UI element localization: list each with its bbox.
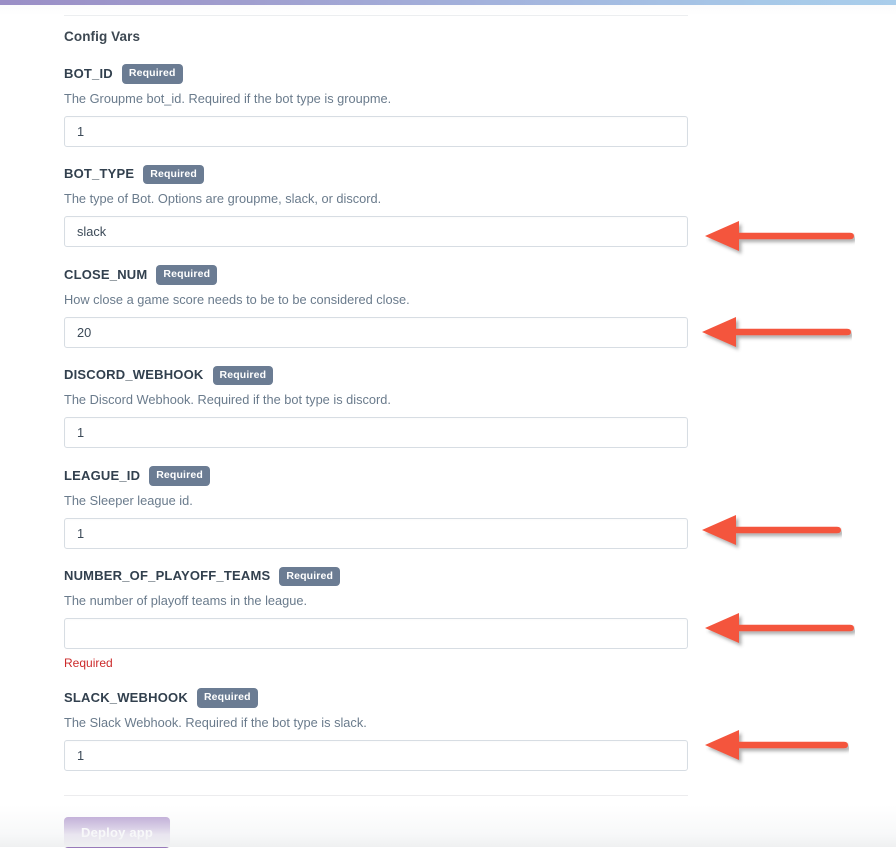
config-var-input[interactable] bbox=[64, 417, 688, 448]
page-title: Config Vars bbox=[64, 29, 141, 44]
config-var-field: CLOSE_NUM Required How close a game score … bbox=[64, 265, 688, 348]
config-var-label: LEAGUE_ID bbox=[64, 467, 141, 483]
config-var-description: The type of Bot. Options are groupme, sl… bbox=[64, 191, 382, 206]
form-divider bbox=[64, 794, 688, 796]
config-var-label: SLACK_WEBHOOK bbox=[64, 689, 188, 705]
annotation-arrow-icon bbox=[703, 723, 849, 767]
header-fade bbox=[0, 5, 896, 15]
field-error-message: Required bbox=[64, 656, 113, 670]
required-badge: Required bbox=[156, 265, 218, 285]
config-var-field: SLACK_WEBHOOK Required The Slack Webhook. … bbox=[64, 688, 688, 771]
required-badge: Required bbox=[143, 164, 204, 184]
config-var-input[interactable] bbox=[64, 216, 688, 247]
config-vars-column: Config Vars BOT_ID Required The Groupme bo… bbox=[64, 28, 688, 848]
config-var-input[interactable] bbox=[64, 739, 688, 771]
config-var-label: BOT_TYPE bbox=[64, 166, 135, 182]
config-var-field: BOT_ID Required The Groupme bot_id. Requir… bbox=[64, 64, 688, 147]
config-vars-field-list: BOT_ID Required The Groupme bot_id. Requir… bbox=[64, 64, 688, 771]
config-var-description: The Discord Webhook. Required if the bot… bbox=[64, 392, 391, 407]
config-var-input[interactable] bbox=[64, 618, 688, 649]
config-var-description: The number of playoff teams in the leagu… bbox=[64, 593, 308, 608]
config-var-input[interactable] bbox=[64, 517, 688, 549]
config-var-header: DISCORD_WEBHOOK Required bbox=[64, 365, 688, 385]
config-var-header: BOT_TYPE Required bbox=[64, 164, 688, 184]
config-var-field: DISCORD_WEBHOOK Required The Discord Webho… bbox=[64, 365, 688, 448]
config-var-field: LEAGUE_ID Required The Sleeper league id. bbox=[64, 466, 688, 549]
config-vars-page: Config Vars BOT_ID Required The Groupme bo… bbox=[0, 0, 896, 848]
config-var-label: BOT_ID bbox=[64, 65, 113, 81]
required-badge: Required bbox=[196, 688, 258, 708]
config-var-header: CLOSE_NUM Required bbox=[64, 265, 688, 285]
config-var-input[interactable] bbox=[64, 316, 688, 348]
annotation-arrow-icon bbox=[703, 606, 855, 650]
config-var-field: BOT_TYPE Required The type of Bot. Options… bbox=[64, 164, 688, 247]
config-var-input[interactable] bbox=[64, 115, 688, 147]
deploy-action-row: Deploy app bbox=[64, 816, 688, 848]
config-var-header: LEAGUE_ID Required bbox=[64, 466, 688, 486]
annotation-arrow-icon bbox=[703, 214, 855, 258]
required-badge: Required bbox=[121, 64, 183, 84]
required-badge: Required bbox=[279, 566, 341, 586]
deploy-app-button[interactable]: Deploy app bbox=[64, 816, 171, 848]
config-var-header: BOT_ID Required bbox=[64, 64, 688, 84]
config-var-label: DISCORD_WEBHOOK bbox=[64, 367, 204, 383]
config-var-label: NUMBER_OF_PLAYOFF_TEAMS bbox=[64, 568, 271, 584]
annotation-arrow-icon bbox=[700, 508, 842, 552]
config-var-description: The Sleeper league id. bbox=[64, 492, 193, 508]
required-badge: Required bbox=[212, 365, 274, 385]
config-var-field: NUMBER_OF_PLAYOFF_TEAMS Required The numbe… bbox=[64, 566, 688, 670]
config-var-description: The Slack Webhook. Required if the bot t… bbox=[64, 714, 367, 730]
config-var-label: CLOSE_NUM bbox=[64, 266, 148, 282]
config-var-description: How close a game score needs to be to be… bbox=[64, 291, 410, 307]
annotation-arrow-icon bbox=[700, 310, 852, 354]
required-badge: Required bbox=[149, 466, 210, 486]
config-var-header: SLACK_WEBHOOK Required bbox=[64, 688, 688, 708]
top-divider bbox=[64, 15, 688, 16]
config-var-header: NUMBER_OF_PLAYOFF_TEAMS Required bbox=[64, 566, 688, 586]
config-var-description: The Groupme bot_id. Required if the bot … bbox=[64, 90, 392, 106]
